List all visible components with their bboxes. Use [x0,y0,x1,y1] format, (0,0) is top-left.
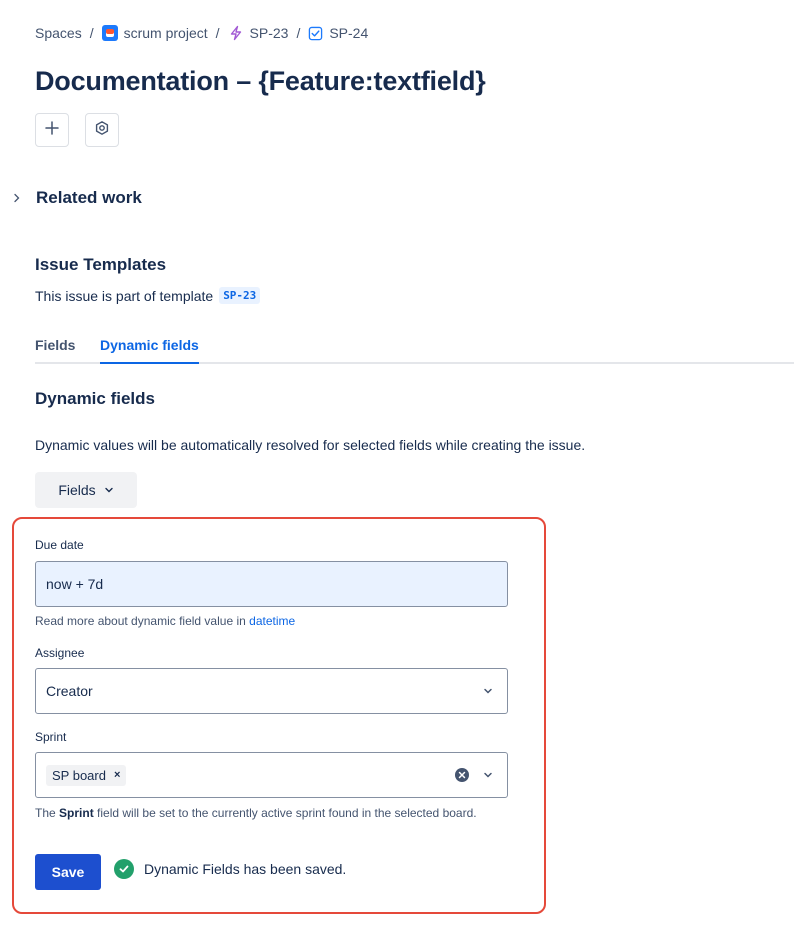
tab-dynamic-fields[interactable]: Dynamic fields [100,334,199,364]
issue-templates-heading: Issue Templates [35,255,167,274]
breadcrumb-project[interactable]: scrum project [101,25,208,41]
related-work-label: Related work [36,188,142,207]
chip-remove-icon[interactable]: × [114,769,120,781]
chevron-down-icon [481,768,495,782]
checkbox-task-icon [308,26,323,41]
due-date-label: Due date [35,538,84,552]
breadcrumb: Spaces / scrum project / SP-23 / SP-24 [35,25,368,41]
related-work-toggle[interactable]: Related work [10,188,142,208]
template-info: This issue is part of template SP-23 [35,287,261,304]
template-key-badge[interactable]: SP-23 [219,287,261,304]
project-avatar-icon [101,25,118,41]
breadcrumb-separator: / [215,25,220,41]
save-status: Dynamic Fields has been saved. [114,859,346,879]
apps-button[interactable] [85,113,119,147]
breadcrumb-separator: / [89,25,94,41]
sprint-label: Sprint [35,730,67,744]
fields-dropdown-label: Fields [58,482,96,498]
success-check-icon [114,859,134,879]
template-info-text: This issue is part of template [35,287,214,304]
clear-icon[interactable] [455,768,469,782]
dynamic-fields-heading: Dynamic fields [35,389,155,408]
assignee-value: Creator [46,683,93,699]
assignee-label: Assignee [35,646,85,660]
sprint-select[interactable]: SP board × [35,752,508,798]
hexagon-settings-icon [94,120,110,141]
page-title: Documentation – {Feature:textfield} [35,66,486,96]
tab-bar: Fields Dynamic fields [35,334,794,364]
lightning-icon [228,25,244,41]
sprint-value-area: SP board × [46,764,455,786]
breadcrumb-epic[interactable]: SP-23 [228,25,288,41]
chevron-right-icon [10,190,24,206]
sprint-chip-label: SP board [52,767,106,783]
due-date-input[interactable] [35,561,508,607]
save-status-message: Dynamic Fields has been saved. [144,861,347,877]
dynamic-fields-description: Dynamic values will be automatically res… [35,437,586,453]
breadcrumb-task[interactable]: SP-24 [308,25,368,41]
add-button[interactable] [35,113,69,147]
breadcrumb-spaces[interactable]: Spaces [35,25,82,41]
chevron-down-icon [104,482,114,498]
tab-fields[interactable]: Fields [35,334,75,362]
fields-dropdown-button[interactable]: Fields [35,472,137,508]
chevron-down-icon [481,684,495,698]
assignee-select[interactable]: Creator [35,668,508,714]
plus-icon [44,120,60,141]
sprint-chip: SP board × [46,764,127,786]
datetime-doc-link[interactable]: datetime [249,614,295,628]
breadcrumb-separator: / [296,25,301,41]
sprint-help: The Sprint field will be set to the curr… [35,806,477,820]
save-button[interactable]: Save [35,854,101,890]
due-date-help: Read more about dynamic field value in d… [35,614,296,628]
